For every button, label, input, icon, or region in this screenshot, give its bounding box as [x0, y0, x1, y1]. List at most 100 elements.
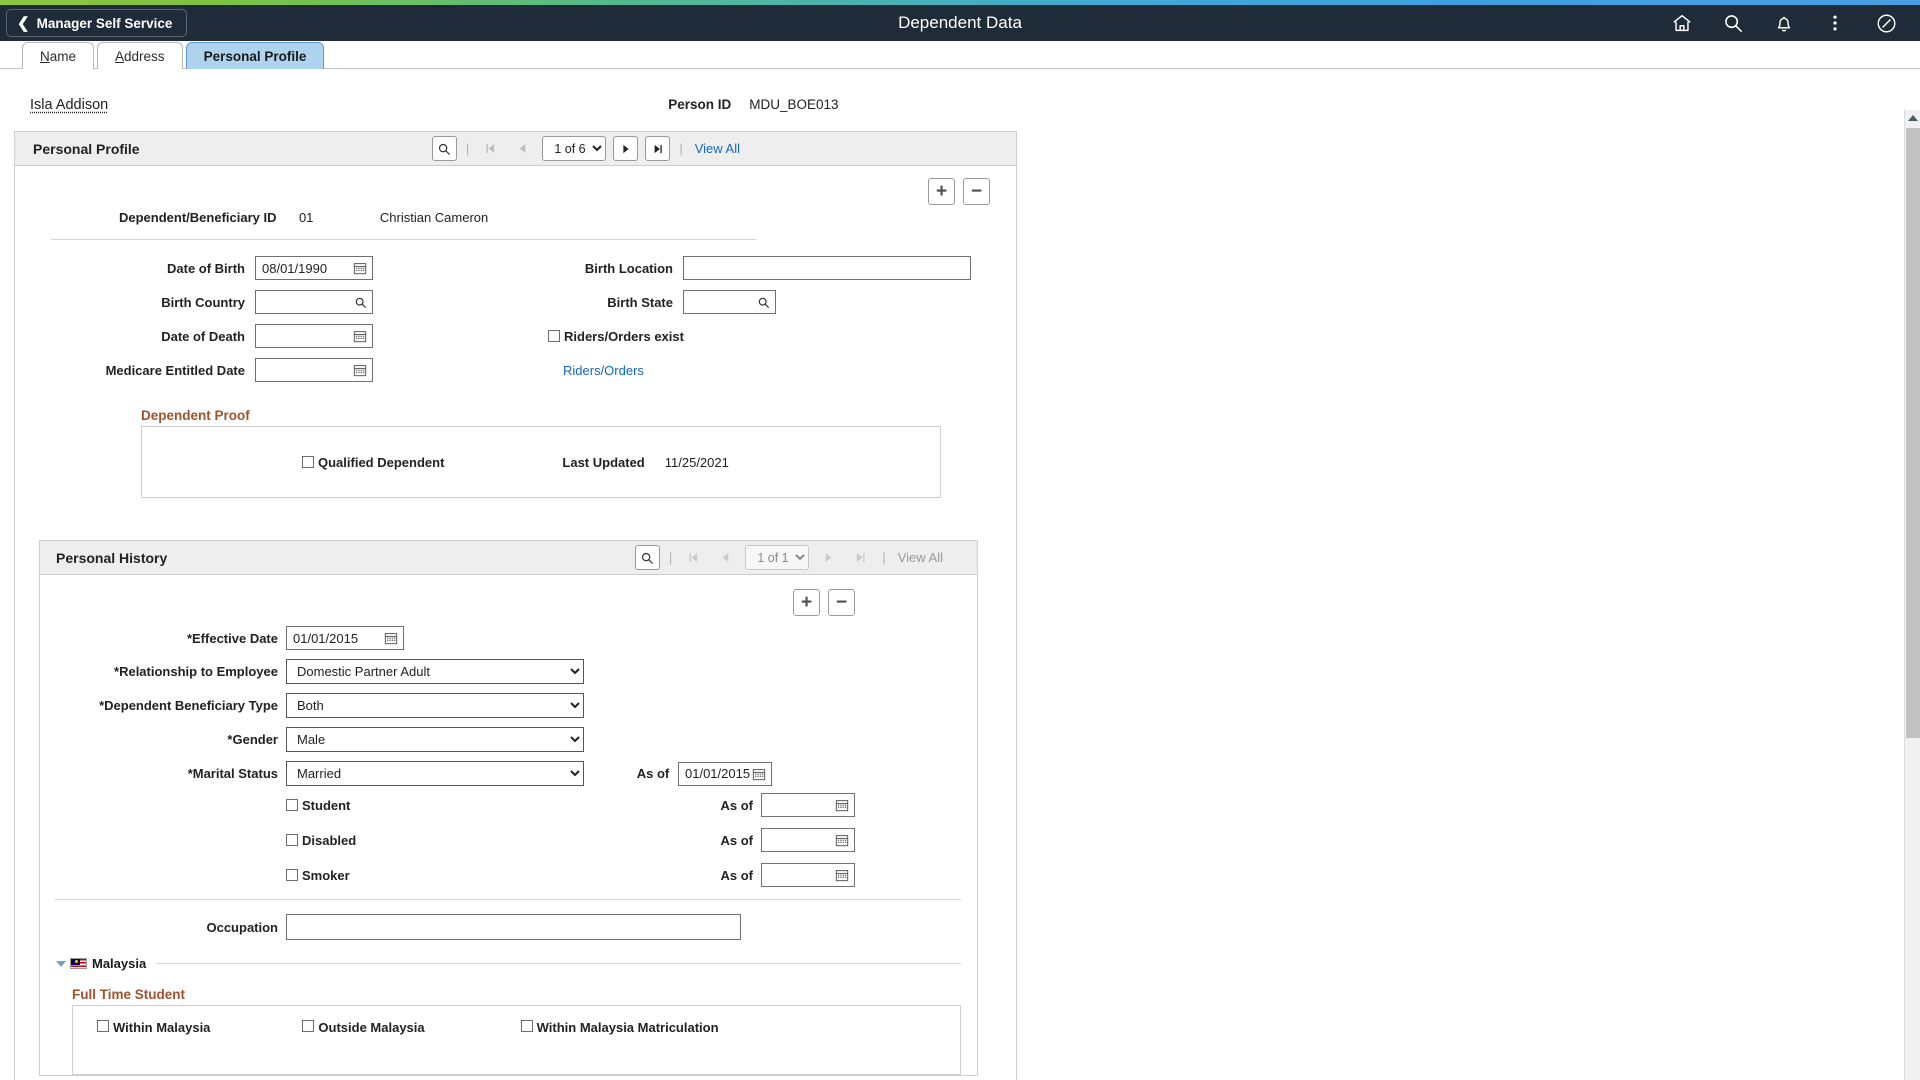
as-of-disabled-field[interactable]	[761, 828, 855, 852]
gender-select[interactable]: MaleFemaleUnknown	[286, 727, 584, 752]
page-scrollbar[interactable]	[1904, 110, 1920, 1080]
marital-status-select[interactable]: MarriedSingleDivorcedWidowed	[286, 761, 584, 786]
personal-history-title: Personal History	[56, 550, 167, 566]
medicare-entitled-date-field[interactable]	[255, 358, 373, 382]
lookup-search-icon[interactable]	[755, 294, 771, 310]
pager-last-button[interactable]	[645, 136, 670, 161]
last-updated-value: 11/25/2021	[665, 455, 729, 470]
dependent-beneficiary-type-label: *Dependent Beneficiary Type	[50, 698, 278, 713]
medicare-ridersorders-row: Medicare Entitled Date Riders/Orders	[15, 358, 1016, 382]
qualified-dependent-checkbox[interactable]	[302, 456, 314, 468]
dependent-proof-title: Dependent Proof	[141, 408, 1016, 423]
pager-previous-button[interactable]	[510, 136, 535, 161]
effective-date-field[interactable]: 01/01/2015	[286, 626, 404, 650]
content-column: Isla Addison Person ID MDU_BOE013 Person…	[0, 69, 1045, 1080]
smoker-row: Smoker As of	[40, 863, 977, 887]
riders-orders-exist-label: Riders/Orders exist	[564, 329, 684, 344]
calendar-icon[interactable]	[834, 832, 850, 848]
dependent-id-label: Dependent/Beneficiary ID	[119, 210, 277, 225]
actions-menu-icon[interactable]	[1823, 11, 1847, 35]
birth-location-input[interactable]	[683, 256, 971, 280]
dependent-name-value: Christian Cameron	[380, 210, 488, 225]
pager-previous-button[interactable]	[713, 545, 738, 570]
birth-country-field[interactable]	[255, 290, 373, 314]
pager-first-button[interactable]	[681, 545, 706, 570]
calendar-icon[interactable]	[751, 766, 767, 782]
calendar-icon[interactable]	[352, 260, 368, 276]
relationship-select[interactable]: Domestic Partner AdultSpouseChildParentO…	[286, 659, 584, 684]
tab-name[interactable]: NNameame	[22, 42, 94, 69]
as-of-marital-field[interactable]: 01/01/2015	[678, 762, 772, 786]
tab-address[interactable]: Address	[97, 42, 183, 69]
as-of-student-field[interactable]	[761, 793, 855, 817]
malaysia-divider	[156, 963, 961, 964]
occupation-label: Occupation	[50, 920, 278, 935]
collapse-triangle-icon[interactable]	[56, 961, 66, 967]
personal-profile-title: Personal Profile	[33, 141, 140, 157]
smoker-checkbox[interactable]	[286, 869, 298, 881]
pager-separator-2: |	[880, 550, 887, 565]
navbar-icon[interactable]	[1874, 11, 1898, 35]
occupation-input[interactable]	[286, 914, 741, 940]
pager-page-select[interactable]: 1 of 1	[745, 545, 809, 570]
notifications-bell-icon[interactable]	[1772, 11, 1796, 35]
pager-separator-2: |	[677, 141, 684, 156]
within-malaysia-matriculation-checkbox[interactable]	[521, 1020, 533, 1032]
delete-dependent-row-button[interactable]: −	[963, 178, 990, 205]
dependent-beneficiary-type-select[interactable]: BothDependentBeneficiary	[286, 693, 584, 718]
calendar-icon[interactable]	[383, 630, 399, 646]
grid-search-icon[interactable]	[635, 545, 660, 570]
birth-state-field[interactable]	[683, 290, 776, 314]
add-dependent-row-button[interactable]: +	[928, 178, 955, 205]
malaysia-flag-icon	[70, 958, 87, 969]
scrollbar-up-button[interactable]	[1905, 110, 1920, 126]
calendar-icon[interactable]	[352, 362, 368, 378]
pager-next-button[interactable]	[816, 545, 841, 570]
back-button-label: Manager Self Service	[37, 16, 173, 31]
back-to-manager-self-service-button[interactable]: ❮ Manager Self Service	[6, 9, 187, 37]
person-name-link[interactable]: Isla Addison	[30, 97, 108, 113]
page-body: Isla Addison Person ID MDU_BOE013 Person…	[0, 69, 1920, 1080]
pager-last-button[interactable]	[848, 545, 873, 570]
calendar-icon[interactable]	[352, 328, 368, 344]
header-icon-group	[1670, 11, 1920, 35]
date-of-birth-value: 08/01/1990	[262, 261, 352, 276]
scrollbar-thumb[interactable]	[1906, 128, 1920, 738]
personal-profile-view-all-link[interactable]: View All	[692, 141, 740, 156]
personal-history-pager: | 1 of 1	[635, 545, 943, 570]
outside-malaysia-checkbox[interactable]	[302, 1020, 314, 1032]
lookup-search-icon[interactable]	[352, 294, 368, 310]
riders-orders-exist-checkbox[interactable]	[548, 330, 560, 342]
occupation-row: Occupation	[40, 914, 977, 940]
gender-label: *Gender	[50, 732, 278, 747]
tab-personal-profile[interactable]: Personal Profile	[186, 42, 325, 69]
occupation-divider	[54, 899, 961, 900]
as-of-marital-value: 01/01/2015	[685, 766, 751, 781]
grid-search-icon[interactable]	[432, 136, 457, 161]
search-icon[interactable]	[1721, 11, 1745, 35]
relationship-row: *Relationship to Employee Domestic Partn…	[40, 659, 977, 684]
calendar-icon[interactable]	[834, 867, 850, 883]
as-of-smoker-field[interactable]	[761, 863, 855, 887]
disabled-checkbox[interactable]	[286, 834, 298, 846]
person-id-value: MDU_BOE013	[749, 97, 838, 112]
within-malaysia-checkbox[interactable]	[97, 1020, 109, 1032]
add-history-row-button[interactable]: +	[793, 589, 820, 616]
dependent-divider	[51, 239, 756, 240]
delete-history-row-button[interactable]: −	[828, 589, 855, 616]
date-of-birth-field[interactable]: 08/01/1990	[255, 256, 373, 280]
pager-page-select[interactable]: 1 of 62 of 63 of 64 of 65 of 66 of 6	[542, 136, 606, 161]
app-header: ❮ Manager Self Service Dependent Data	[0, 5, 1920, 41]
home-icon[interactable]	[1670, 11, 1694, 35]
personal-history-view-all-link[interactable]: View All	[895, 550, 943, 565]
smoker-label: Smoker	[302, 868, 350, 883]
pager-next-button[interactable]	[613, 136, 638, 161]
calendar-icon[interactable]	[834, 797, 850, 813]
date-of-death-label: Date of Death	[51, 329, 245, 344]
date-of-death-field[interactable]	[255, 324, 373, 348]
personal-profile-body: + − Dependent/Beneficiary ID 01 Christia…	[15, 166, 1016, 1080]
full-time-student-panel: Within Malaysia Outside Malaysia Within …	[72, 1005, 961, 1075]
riders-orders-link[interactable]: Riders/Orders	[563, 363, 644, 378]
pager-first-button[interactable]	[478, 136, 503, 161]
student-checkbox[interactable]	[286, 799, 298, 811]
